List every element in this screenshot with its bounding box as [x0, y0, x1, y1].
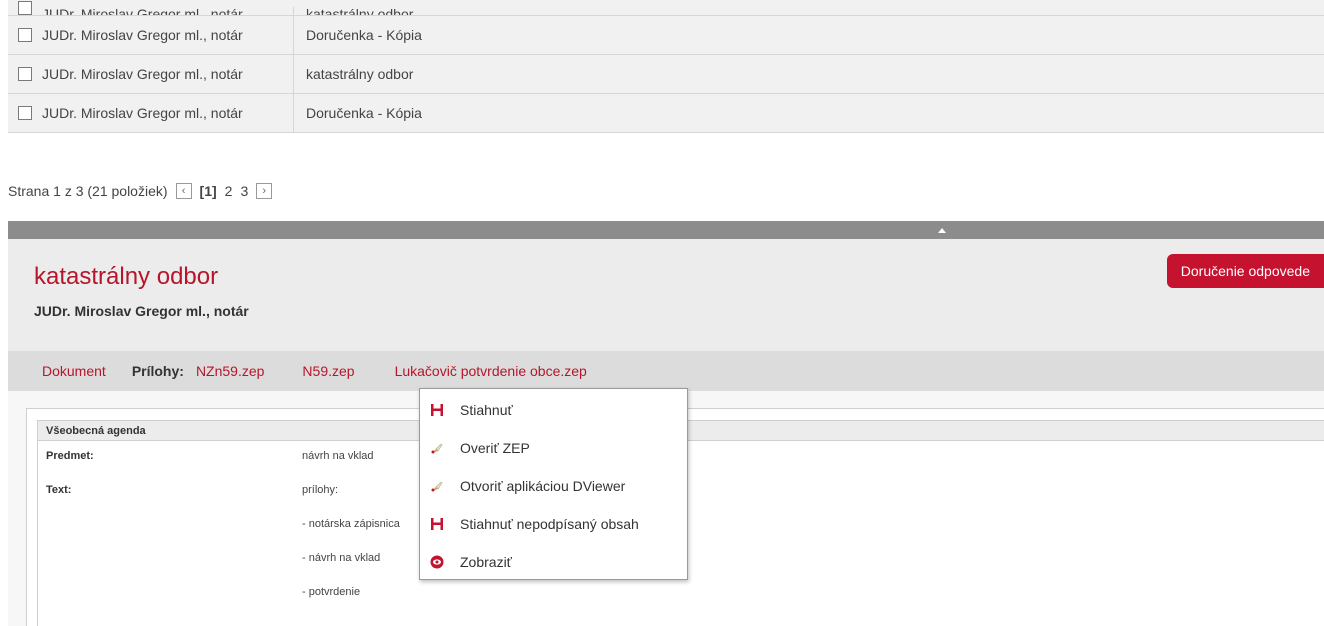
collapse-arrow-icon[interactable]: [938, 228, 946, 233]
row-subject: Doručenka - Kópia: [306, 27, 422, 43]
reply-delivery-button[interactable]: Doručenie odpovede: [1166, 254, 1324, 288]
attachment-link[interactable]: NZn59.zep: [196, 363, 264, 379]
row-sender: JUDr. Miroslav Gregor ml., notár: [32, 16, 294, 54]
row-checkbox[interactable]: [18, 28, 32, 42]
page-current[interactable]: [1]: [200, 183, 217, 199]
row-subject: katastrálny odbor: [306, 66, 414, 82]
pane-splitter[interactable]: [8, 221, 1324, 239]
row-sender: JUDr. Miroslav Gregor ml., notár: [32, 6, 294, 15]
list-row[interactable]: JUDr. Miroslav Gregor ml., notár Doručen…: [8, 94, 1324, 133]
save-icon: [430, 517, 444, 531]
eye-icon: [430, 555, 444, 569]
verify-icon: [430, 441, 444, 455]
page-link[interactable]: 2: [225, 183, 233, 199]
row-checkbox[interactable]: [18, 1, 32, 15]
attachment-context-menu: Stiahnuť Overiť ZEP Otvoriť aplikáciou D…: [419, 388, 688, 580]
chevron-right-icon[interactable]: ›: [256, 183, 273, 199]
open-app-icon: [430, 479, 444, 493]
menu-item-download-unsigned[interactable]: Stiahnuť nepodpísaný obsah: [420, 506, 687, 542]
attachment-link[interactable]: N59.zep: [302, 363, 354, 379]
row-subject: katastrálny odbor: [306, 6, 414, 16]
row-subject: Doručenka - Kópia: [306, 105, 422, 121]
menu-item-download[interactable]: Stiahnuť: [420, 392, 687, 428]
menu-item-label: Stiahnuť nepodpísaný obsah: [460, 516, 639, 532]
menu-item-label: Otvoriť aplikáciou DViewer: [460, 478, 626, 494]
row-sender: JUDr. Miroslav Gregor ml., notár: [32, 55, 294, 93]
message-sender: JUDr. Miroslav Gregor ml., notár: [34, 303, 249, 319]
menu-item-view[interactable]: Zobraziť: [420, 544, 687, 580]
pagination: Strana 1 z 3 (21 položiek) ‹ [1] 2 3 ›: [8, 183, 273, 199]
row-checkbox[interactable]: [18, 67, 32, 81]
menu-item-label: Stiahnuť: [460, 402, 513, 418]
menu-item-label: Overiť ZEP: [460, 440, 530, 456]
tab-document[interactable]: Dokument: [42, 363, 106, 379]
message-title: katastrálny odbor: [34, 263, 219, 290]
subject-label: Predmet:: [46, 450, 94, 462]
menu-item-label: Zobraziť: [460, 554, 512, 570]
message-list: JUDr. Miroslav Gregor ml., notár katastr…: [8, 0, 1324, 133]
subject-value: návrh na vklad: [302, 450, 374, 462]
text-line: - notárska zápisnica: [302, 518, 400, 530]
row-sender: JUDr. Miroslav Gregor ml., notár: [32, 94, 294, 132]
attachments-label: Prílohy:: [131, 363, 184, 379]
list-row[interactable]: JUDr. Miroslav Gregor ml., notár katastr…: [8, 55, 1324, 94]
text-line: - potvrdenie: [302, 586, 361, 598]
message-detail-header: katastrálny odbor JUDr. Miroslav Gregor …: [8, 239, 1324, 351]
menu-item-verify-zep[interactable]: Overiť ZEP: [420, 430, 687, 466]
attachment-link[interactable]: Lukačovič potvrdenie obce.zep: [395, 363, 587, 379]
list-row[interactable]: JUDr. Miroslav Gregor ml., notár katastr…: [8, 0, 1324, 16]
pagination-summary: Strana 1 z 3 (21 položiek): [8, 183, 168, 199]
page-link[interactable]: 3: [240, 183, 248, 199]
text-label: Text:: [46, 484, 72, 496]
text-line: - návrh na vklad: [302, 552, 381, 564]
row-checkbox[interactable]: [18, 106, 32, 120]
document-tabs: Dokument Prílohy: NZn59.zep N59.zep Luka…: [8, 351, 1324, 391]
chevron-left-icon[interactable]: ‹: [175, 183, 192, 199]
list-row[interactable]: JUDr. Miroslav Gregor ml., notár Doručen…: [8, 16, 1324, 55]
save-icon: [430, 403, 444, 417]
menu-item-open-dviewer[interactable]: Otvoriť aplikáciou DViewer: [420, 468, 687, 504]
text-line: prílohy:: [302, 484, 339, 496]
